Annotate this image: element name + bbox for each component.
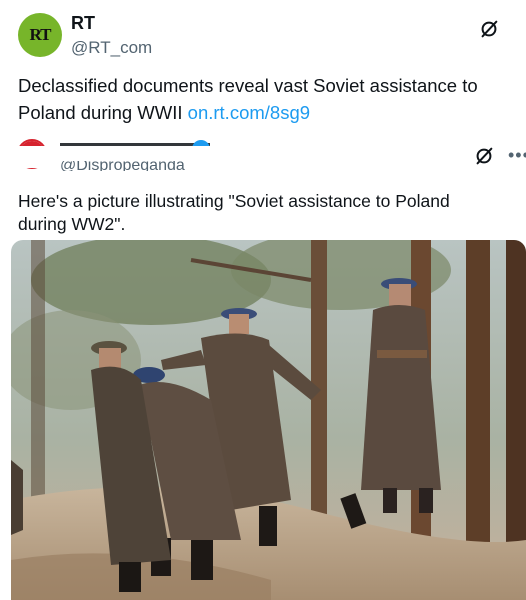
x-logo-icon[interactable] (478, 18, 500, 45)
author-handle[interactable]: @RT_com (71, 38, 152, 58)
author-name[interactable]: RT (71, 13, 95, 34)
tweet-text: Declassified documents reveal vast Sovie… (18, 72, 508, 126)
author-avatar[interactable]: RT (18, 13, 62, 57)
x-logo-icon[interactable] (473, 145, 495, 172)
quoted-photo[interactable] (11, 240, 526, 600)
quoted-text: Here's a picture illustrating "Soviet as… (18, 191, 450, 234)
tweet-link[interactable]: on.rt.com/8sg9 (188, 102, 310, 123)
quoted-handle[interactable]: @Dispropеganda (60, 161, 185, 171)
more-options-icon[interactable]: ••• (508, 145, 526, 166)
avatar-logo-text: RT (29, 25, 51, 44)
